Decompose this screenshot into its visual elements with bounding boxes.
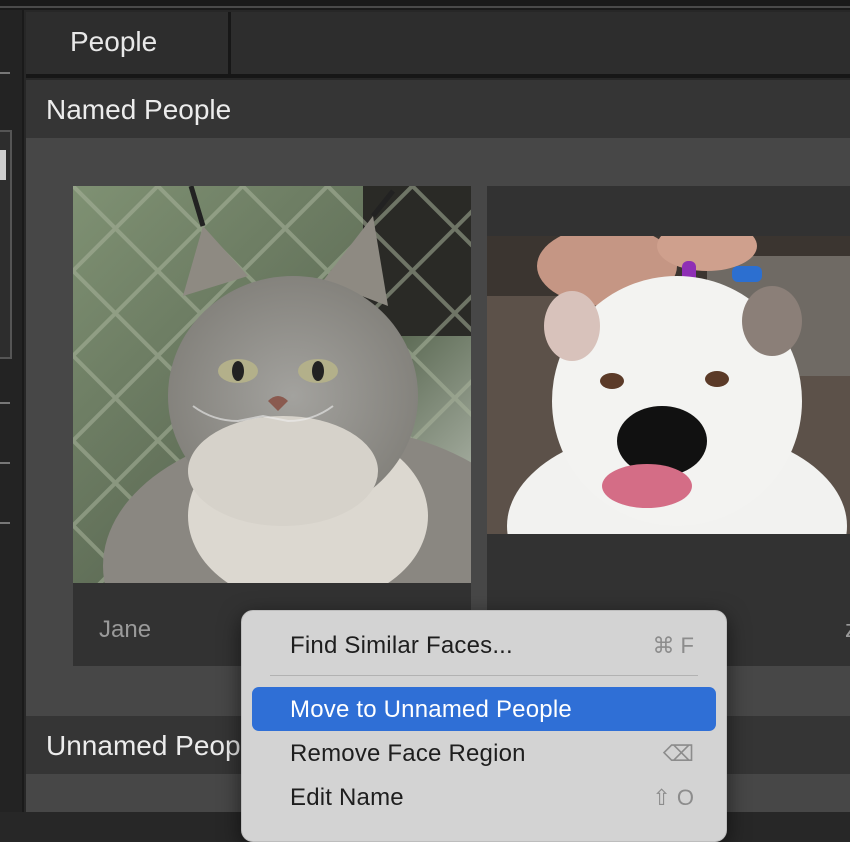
person-card-jane[interactable]: Jane xyxy=(73,186,471,666)
menu-separator xyxy=(270,675,698,676)
person-name-jane[interactable]: Jane xyxy=(99,616,151,644)
menu-item-move-to-unnamed[interactable]: Move to Unnamed People xyxy=(252,687,716,731)
person-card-2[interactable]: z xyxy=(487,186,850,666)
menu-item-label: Edit Name xyxy=(290,784,404,811)
menu-item-label: Move to Unnamed People xyxy=(290,696,572,723)
rail-marker xyxy=(0,72,10,74)
face-thumbnail-dog[interactable] xyxy=(487,236,850,534)
tab-people-label: People xyxy=(70,26,158,57)
rail-marker xyxy=(0,402,10,404)
menu-item-label: Remove Face Region xyxy=(290,740,526,767)
window-top-edge xyxy=(0,0,850,10)
rail-marker xyxy=(0,522,10,524)
tab-people[interactable]: People xyxy=(26,12,231,74)
context-menu: Find Similar Faces... ⌘ F Move to Unname… xyxy=(241,610,727,842)
named-people-title: Named People xyxy=(46,94,232,125)
unnamed-people-title: Unnamed People xyxy=(46,730,263,761)
tab-bar: People xyxy=(26,12,850,78)
shortcut-label: ⇧ O xyxy=(652,785,694,810)
left-panel-collapsed[interactable] xyxy=(0,10,24,812)
menu-item-label: Find Similar Faces... xyxy=(290,632,513,659)
delete-key-icon: ⌫ xyxy=(662,741,694,766)
named-people-header[interactable]: Named People xyxy=(26,80,850,138)
rail-marker xyxy=(0,462,10,464)
menu-item-find-similar-faces[interactable]: Find Similar Faces... ⌘ F xyxy=(252,623,716,667)
menu-item-edit-name[interactable]: Edit Name ⇧ O xyxy=(252,775,716,819)
left-panel-scroll-thumb[interactable] xyxy=(0,150,6,180)
face-thumbnail-lynx[interactable] xyxy=(73,186,471,583)
menu-item-remove-face-region[interactable]: Remove Face Region ⌫ xyxy=(252,731,716,775)
person-name-2[interactable]: z xyxy=(845,616,850,644)
shortcut-label: ⌘ F xyxy=(652,633,694,658)
